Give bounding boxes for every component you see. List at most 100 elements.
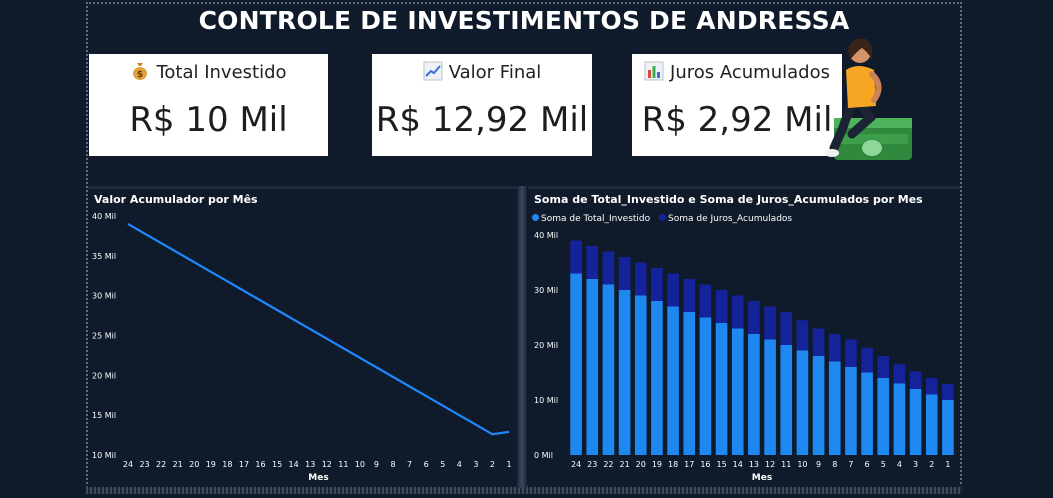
bar-interest [683,279,696,312]
bar-interest [586,246,599,279]
bar-invested [651,301,663,455]
kpi-label-juros-acumulados: Juros Acumulados [670,62,830,83]
bar-interest [715,290,728,323]
x-tick-label: 18 [668,460,678,469]
x-tick-label: 20 [189,460,199,469]
x-tick-label: 3 [473,460,478,469]
bar-interest [570,240,582,274]
x-tick-label: 2 [490,460,495,469]
kpi-card-valor-final[interactable]: Valor Final R$ 12,92 Mil [372,54,592,156]
x-tick-label: 10 [797,460,807,469]
x-tick-label: 24 [571,460,581,469]
x-tick-label: 9 [374,460,379,469]
svg-text:$: $ [137,70,143,80]
x-tick-label: 14 [733,460,743,469]
x-tick-label: 10 [355,460,365,469]
x-tick-label: 13 [305,460,315,469]
y-tick-label: 15 Mil [92,411,116,420]
x-tick-label: 4 [897,460,902,469]
x-tick-label: 11 [781,460,791,469]
bar-interest [828,334,841,362]
y-tick-label: 40 Mil [534,231,558,240]
kpi-label-total-investido: Total Investido [156,62,287,83]
x-tick-label: 5 [881,460,886,469]
bar-interest [861,347,873,373]
kpi-label-valor-final: Valor Final [448,62,542,83]
bar-invested [764,339,776,455]
y-tick-label: 0 Mil [534,451,553,460]
x-tick-label: 7 [407,460,412,469]
bar-invested [634,295,647,455]
bar-interest [942,384,954,400]
bar-chart: 0 Mil10 Mil20 Mil30 Mil40 Mil24 23 22 21 20 1… [534,231,954,483]
x-axis-label: Mes [308,473,328,483]
kpi-card-total-investido[interactable]: $ Total Investido R$ 10 Mil [89,54,328,156]
x-tick-label: 19 [652,460,662,469]
bar-interest [618,257,631,290]
x-tick-label: 22 [603,460,613,469]
bar-invested [780,345,793,455]
y-tick-label: 30 Mil [534,286,558,295]
x-tick-label: 11 [338,460,348,469]
x-tick-label: 7 [848,460,853,469]
x-tick-label: 21 [619,460,629,469]
bar-interest [667,273,679,307]
bar-interest [812,328,825,356]
bar-interest [731,295,744,329]
series-line [127,223,510,436]
bar-invested [942,400,954,455]
x-tick-label: 2 [929,460,934,469]
x-tick-label: 4 [457,460,462,469]
bar-interest [748,301,760,334]
x-tick-label: 17 [684,460,694,469]
x-tick-label: 21 [173,460,183,469]
x-tick-label: 24 [123,460,133,469]
x-tick-label: 17 [239,460,249,469]
x-tick-label: 6 [424,460,429,469]
x-tick-label: 1 [506,460,511,469]
kpi-label-wrap: Juros Acumulados [632,61,842,86]
bar-chart-panel: Soma de Total_Investido e Soma de Juros_… [528,186,960,487]
bar-interest [634,262,647,296]
x-tick-label: 3 [913,460,918,469]
bar-invested [715,323,728,455]
bar-interest [845,339,857,367]
bar-invested [845,367,857,455]
x-tick-label: 15 [272,460,282,469]
bar-invested [699,317,712,455]
y-tick-label: 20 Mil [534,341,558,350]
x-tick-label: 15 [716,460,726,469]
kpi-label-wrap: Valor Final [372,61,592,86]
kpi-card-juros-acumulados[interactable]: Juros Acumulados R$ 2,92 Mil [632,54,842,156]
bar-invested [796,350,809,455]
x-tick-label: 12 [322,460,332,469]
bar-interest [909,371,922,389]
x-tick-label: 6 [865,460,870,469]
line-chart-panel: Valor Acumulador por Mês 10 Mil 15 Mil 20 … [88,186,517,487]
y-tick-label: 35 Mil [92,252,116,261]
bar-invested [893,383,906,455]
chart-increasing-icon [423,61,443,86]
x-tick-label: 16 [700,460,710,469]
bar-interest [699,284,712,318]
x-tick-label: 8 [832,460,837,469]
bar-invested [861,372,873,455]
bar-chart-icon [644,61,664,86]
kpi-value-valor-final: R$ 12,92 Mil [375,100,589,140]
y-tick-label: 10 Mil [534,396,558,405]
bar-invested [828,361,841,455]
x-tick-label: 12 [765,460,775,469]
x-tick-label: 1 [945,460,950,469]
bar-interest [925,378,938,395]
bar-interest [796,320,809,351]
y-tick-label: 25 Mil [92,332,116,341]
x-tick-label: 13 [749,460,759,469]
bar-invested [731,328,744,455]
x-tick-label: 14 [289,460,299,469]
x-tick-label: 8 [390,460,395,469]
x-tick-label: 18 [222,460,232,469]
bar-invested [586,279,599,455]
x-tick-label: 20 [636,460,646,469]
bar-invested [570,273,582,455]
bar-invested [877,378,890,455]
